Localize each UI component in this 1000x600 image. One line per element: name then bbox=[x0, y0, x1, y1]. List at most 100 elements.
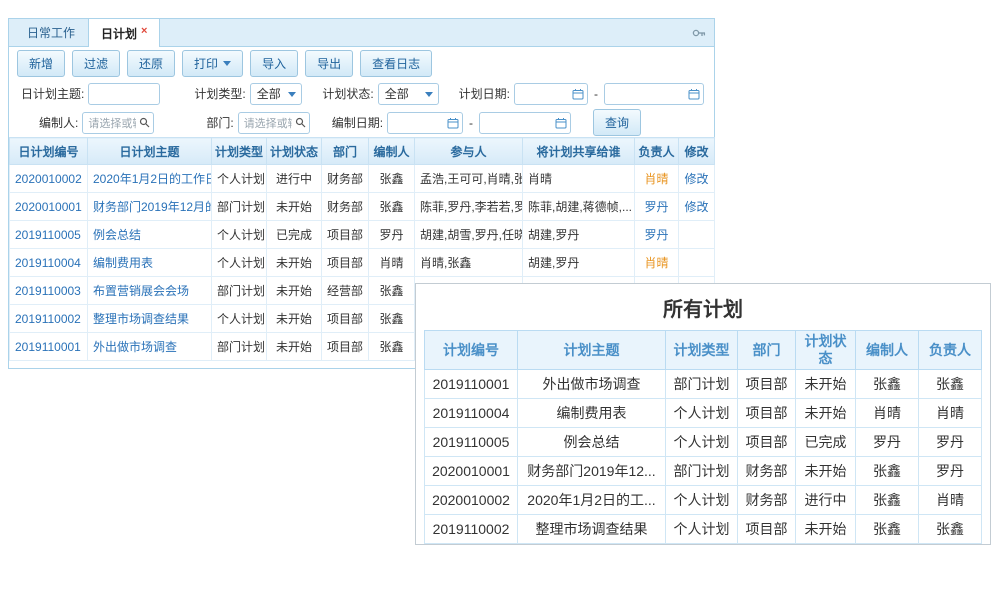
plan-id-link[interactable]: 2019110001 bbox=[15, 340, 81, 354]
plan-dept: 财务部 bbox=[327, 172, 363, 186]
plan-type: 个人计划 bbox=[666, 399, 738, 428]
plan-owner: 张鑫 bbox=[919, 515, 982, 544]
plan-id-link[interactable]: 2019110005 bbox=[15, 228, 81, 242]
plan-creator: 罗丹 bbox=[856, 428, 919, 457]
column-header-share[interactable]: 将计划共享给谁 bbox=[523, 138, 635, 165]
print-button-label: 打印 bbox=[194, 55, 218, 72]
table-row[interactable]: 2020010001 财务部门2019年12月的... 部门计划 未开始 财务部… bbox=[10, 193, 715, 221]
plan-type: 个人计划 bbox=[666, 515, 738, 544]
creator-input-wrap bbox=[82, 112, 154, 134]
table-row: 2019110005 例会总结 个人计划 项目部 已完成 罗丹 罗丹 bbox=[425, 428, 982, 457]
column-header-owner: 负责人 bbox=[919, 331, 982, 370]
plan-dept: 项目部 bbox=[738, 428, 796, 457]
plan-subject-link[interactable]: 外出做市场调查 bbox=[93, 340, 177, 354]
column-header-owner[interactable]: 负责人 bbox=[635, 138, 679, 165]
plan-subject-link[interactable]: 例会总结 bbox=[93, 228, 141, 242]
plan-id-link[interactable]: 2019110004 bbox=[15, 256, 81, 270]
plan-subject-link[interactable]: 布置营销展会会场 bbox=[93, 284, 189, 298]
key-icon[interactable] bbox=[692, 26, 706, 40]
tab-daily-work[interactable]: 日常工作 bbox=[14, 17, 88, 46]
import-button-label: 导入 bbox=[262, 55, 286, 72]
plan-dept: 财务部 bbox=[738, 457, 796, 486]
column-header-status: 计划状态 bbox=[796, 331, 856, 370]
restore-button[interactable]: 还原 bbox=[127, 50, 175, 77]
export-button[interactable]: 导出 bbox=[305, 50, 353, 77]
tab-daily-plan[interactable]: 日计划× bbox=[88, 18, 160, 47]
plan-type: 个人计划 bbox=[217, 256, 265, 270]
column-header-subject[interactable]: 日计划主题 bbox=[88, 138, 212, 165]
close-icon[interactable]: × bbox=[141, 25, 147, 37]
plan-status: 进行中 bbox=[276, 172, 312, 186]
column-header-creator[interactable]: 编制人 bbox=[369, 138, 415, 165]
plan-type-value: 全部 bbox=[257, 85, 281, 102]
search-button-label: 查询 bbox=[605, 114, 629, 131]
edit-link[interactable]: 修改 bbox=[684, 172, 708, 186]
plan-type-select[interactable]: 全部 bbox=[250, 83, 303, 105]
filter-button[interactable]: 过滤 bbox=[72, 50, 120, 77]
plan-type: 个人计划 bbox=[217, 228, 265, 242]
tab-daily-work-label: 日常工作 bbox=[27, 26, 75, 40]
subject-input[interactable] bbox=[88, 83, 160, 105]
chevron-down-icon bbox=[288, 92, 296, 97]
search-button[interactable]: 查询 bbox=[593, 109, 641, 136]
plan-date-from-wrap bbox=[514, 83, 588, 105]
print-button[interactable]: 打印 bbox=[182, 50, 243, 77]
plan-subject-link[interactable]: 财务部门2019年12月的... bbox=[93, 200, 212, 214]
column-header-type[interactable]: 计划类型 bbox=[212, 138, 267, 165]
compile-date-label: 编制日期: bbox=[332, 114, 383, 131]
plan-id: 2019110002 bbox=[425, 515, 518, 544]
plan-id-link[interactable]: 2020010001 bbox=[15, 200, 82, 214]
plan-id-link[interactable]: 2019110002 bbox=[15, 312, 81, 326]
dept-label: 部门: bbox=[206, 114, 233, 131]
plan-type: 个人计划 bbox=[217, 312, 265, 326]
plan-subject: 编制费用表 bbox=[518, 399, 666, 428]
plan-id-link[interactable]: 2019110003 bbox=[15, 284, 81, 298]
view-log-button[interactable]: 查看日志 bbox=[360, 50, 432, 77]
calendar-icon[interactable] bbox=[447, 117, 459, 129]
table-row[interactable]: 2019110004 编制费用表 个人计划 未开始 项目部 肖晴 肖晴,张鑫 胡… bbox=[10, 249, 715, 277]
plan-type: 部门计划 bbox=[217, 340, 265, 354]
tab-bar: 日常工作 日计划× bbox=[9, 19, 714, 47]
column-header-dept[interactable]: 部门 bbox=[322, 138, 369, 165]
plan-status: 未开始 bbox=[796, 399, 856, 428]
plan-dept: 项目部 bbox=[327, 312, 363, 326]
creator-label: 编制人: bbox=[39, 114, 78, 131]
plan-creator: 罗丹 bbox=[379, 228, 403, 242]
plan-status: 已完成 bbox=[796, 428, 856, 457]
column-header-plan-id[interactable]: 日计划编号 bbox=[10, 138, 88, 165]
plan-status: 进行中 bbox=[796, 486, 856, 515]
column-header-participants[interactable]: 参与人 bbox=[415, 138, 523, 165]
plan-id: 2019110005 bbox=[425, 428, 518, 457]
plan-participants: 陈菲,罗丹,李若若,罗... bbox=[420, 200, 523, 214]
column-header-creator: 编制人 bbox=[856, 331, 919, 370]
calendar-icon[interactable] bbox=[572, 88, 584, 100]
plan-status: 未开始 bbox=[276, 284, 312, 298]
plan-subject-link[interactable]: 整理市场调查结果 bbox=[93, 312, 189, 326]
plan-participants: 肖晴,张鑫 bbox=[420, 256, 471, 270]
calendar-icon[interactable] bbox=[555, 117, 567, 129]
plan-status-select[interactable]: 全部 bbox=[378, 83, 439, 105]
search-icon[interactable] bbox=[295, 117, 306, 128]
plan-status: 未开始 bbox=[796, 515, 856, 544]
range-separator: - bbox=[594, 87, 598, 101]
import-button[interactable]: 导入 bbox=[250, 50, 298, 77]
plan-dept: 项目部 bbox=[327, 228, 363, 242]
plan-creator: 张鑫 bbox=[379, 312, 403, 326]
add-button[interactable]: 新增 bbox=[17, 50, 65, 77]
edit-link[interactable]: 修改 bbox=[684, 200, 708, 214]
search-icon[interactable] bbox=[139, 117, 150, 128]
plan-subject: 财务部门2019年12... bbox=[518, 457, 666, 486]
plan-subject-link[interactable]: 2020年1月2日的工作日... bbox=[93, 172, 212, 186]
plan-type: 部门计划 bbox=[666, 370, 738, 399]
column-header-plan-id: 计划编号 bbox=[425, 331, 518, 370]
plan-owner: 罗丹 bbox=[644, 228, 668, 242]
table-row[interactable]: 2020010002 2020年1月2日的工作日... 个人计划 进行中 财务部… bbox=[10, 165, 715, 193]
plan-id-link[interactable]: 2020010002 bbox=[15, 172, 82, 186]
column-header-edit[interactable]: 修改 bbox=[679, 138, 715, 165]
table-row[interactable]: 2019110005 例会总结 个人计划 已完成 项目部 罗丹 胡建,胡雪,罗丹… bbox=[10, 221, 715, 249]
column-header-type: 计划类型 bbox=[666, 331, 738, 370]
plan-creator: 张鑫 bbox=[379, 172, 403, 186]
calendar-icon[interactable] bbox=[688, 88, 700, 100]
column-header-status[interactable]: 计划状态 bbox=[267, 138, 322, 165]
plan-subject-link[interactable]: 编制费用表 bbox=[93, 256, 153, 270]
